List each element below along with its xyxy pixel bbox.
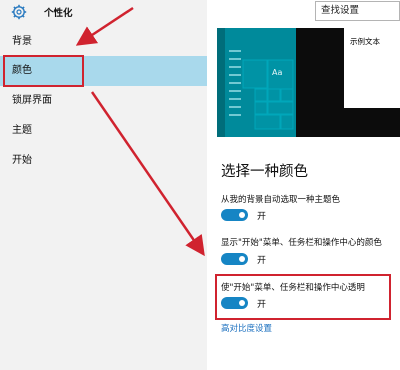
show-color-state: 开 <box>257 256 267 266</box>
preview-window: 示例文本 <box>344 28 400 108</box>
sidebar-item-background[interactable]: 背景 <box>0 27 207 57</box>
color-preview: Aa 示例文本 <box>217 28 400 137</box>
auto-accent-label: 从我的背景自动选取一种主题色 <box>221 195 341 205</box>
sidebar-item-themes[interactable]: 主题 <box>0 116 207 146</box>
window-titlebar: 个性化 <box>0 0 207 24</box>
show-color-label: 显示"开始"菜单、任务栏和操作中心的颜色 <box>221 238 382 248</box>
search-input[interactable]: 查找设置 <box>315 1 400 21</box>
high-contrast-link[interactable]: 高对比度设置 <box>221 322 272 334</box>
preview-tile-label: Aa <box>272 68 283 77</box>
show-color-toggle[interactable] <box>221 253 248 265</box>
auto-accent-state: 开 <box>257 212 267 222</box>
preview-start-menu: Aa <box>217 28 296 137</box>
app-title: 个性化 <box>44 8 73 19</box>
auto-accent-toggle[interactable] <box>221 209 248 221</box>
highlight-transparency-box <box>215 274 391 320</box>
sidebar-item-start[interactable]: 开始 <box>0 146 207 176</box>
gear-icon <box>11 4 27 20</box>
sidebar-item-lock-screen[interactable]: 锁屏界面 <box>0 86 207 116</box>
highlight-colors-box <box>3 55 84 87</box>
section-title: 选择一种颜色 <box>221 164 308 180</box>
preview-start-tiles <box>217 28 294 137</box>
sample-text: 示例文本 <box>350 37 380 46</box>
